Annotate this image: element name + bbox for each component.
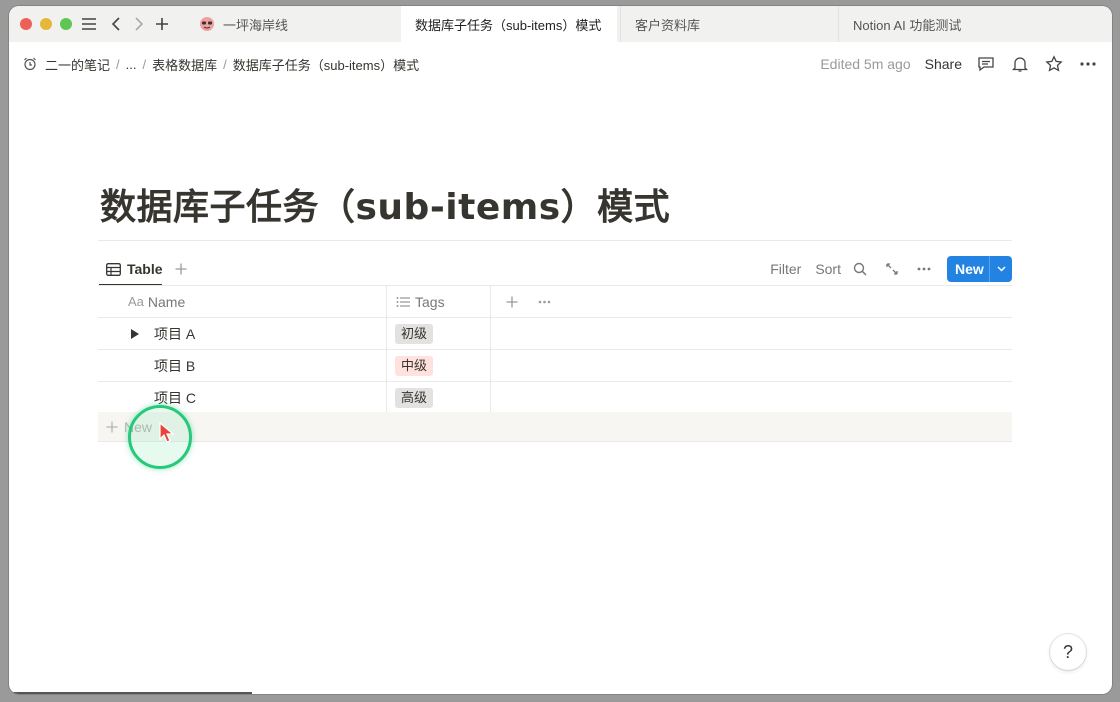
filter-button[interactable]: Filter [770,261,801,277]
tags-cell[interactable]: 初级 [387,318,491,349]
view-tab-label: Table [127,261,163,277]
tab-1[interactable]: 一坪海岸线 [185,6,400,42]
table-header-row: Aa Name Tags [98,286,1012,318]
tab-label: 数据库子任务（sub-items）模式 [415,17,602,33]
view-tab-table[interactable]: Table [101,254,168,284]
view-bar: Table Filter Sort New [98,254,1012,286]
more-options-icon[interactable] [913,258,935,280]
new-button-label: New [955,261,984,277]
breadcrumb-item[interactable]: ... [126,57,137,72]
table-row[interactable]: 项目 A 初级 [98,318,1012,350]
breadcrumb-separator: / [223,56,227,72]
row-name: 项目 B [154,357,196,374]
name-cell[interactable]: 项目 A [98,318,387,349]
toggle-triangle-icon[interactable] [130,327,140,339]
app-window: 一坪海岸线 数据库子任务（sub-items）模式 客户资料库 Notion A… [9,6,1112,694]
sort-button[interactable]: Sort [815,261,841,277]
new-row-button[interactable]: New [98,412,1012,442]
expand-icon[interactable] [881,258,903,280]
tags-cell[interactable]: 中级 [387,350,491,381]
breadcrumb-item[interactable]: 数据库子任务（sub-items）模式 [233,55,419,74]
table-icon [106,262,121,276]
comment-icon[interactable] [976,54,996,74]
tab-2[interactable]: 数据库子任务（sub-items）模式 [401,6,617,42]
table-row[interactable]: 项目 C 高级 [98,382,1012,414]
star-icon[interactable] [1044,54,1064,74]
share-button[interactable]: Share [925,56,962,72]
top-actions: Edited 5m ago Share [820,42,1098,86]
tab-label: Notion AI 功能测试 [853,17,962,33]
top-bar: 二一的笔记 / ... / 表格数据库 / 数据库子任务（sub-items）模… [9,42,1112,86]
title-bar: 一坪海岸线 数据库子任务（sub-items）模式 客户资料库 Notion A… [9,6,1112,42]
search-icon[interactable] [849,258,871,280]
column-header-tags[interactable]: Tags [387,286,491,317]
tag-badge: 中级 [395,355,434,376]
new-tab-icon[interactable] [152,14,172,34]
chevron-down-icon[interactable] [990,266,1012,272]
column-header-label: Name [147,293,186,310]
name-cell[interactable]: 项目 B [98,350,387,381]
progress-bar [9,692,252,694]
text-property-icon: Aa [128,294,144,309]
new-button[interactable]: New [947,256,1012,282]
breadcrumb-separator: / [142,56,147,72]
more-icon[interactable] [1078,54,1098,74]
list-icon [395,294,411,310]
mouse-cursor-icon [159,421,175,444]
sunglasses-emoji-icon [199,16,215,32]
tab-label: 客户资料库 [635,17,701,33]
view-actions: Filter Sort New [770,254,1012,284]
column-header-label: Tags [415,293,445,310]
bell-icon[interactable] [1010,54,1030,74]
edited-status: Edited 5m ago [820,56,911,72]
alarm-clock-icon [23,57,37,71]
forward-icon[interactable] [129,14,149,34]
table-row[interactable]: 项目 B 中级 [98,350,1012,382]
database-table: Aa Name Tags 项目 A 初级 项目 B 中级 项目 C 高级 [98,286,1012,414]
window-controls [20,18,72,30]
tag-badge: 高级 [395,387,434,408]
breadcrumb-item[interactable]: 表格数据库 [152,55,217,74]
breadcrumb-separator: / [116,56,120,72]
breadcrumb-item[interactable]: 二一的笔记 [45,55,110,74]
back-icon[interactable] [106,14,126,34]
add-property-icon[interactable] [502,286,522,317]
close-window-button[interactable] [20,18,32,30]
column-header-name[interactable]: Aa Name [98,286,387,317]
breadcrumb: 二一的笔记 / ... / 表格数据库 / 数据库子任务（sub-items）模… [23,55,419,74]
help-button[interactable]: ? [1050,634,1086,670]
name-cell[interactable]: 项目 C [98,382,387,413]
menu-icon[interactable] [79,14,99,34]
divider [98,240,1012,241]
row-name: 项目 A [154,325,196,342]
tab-label: 一坪海岸线 [223,17,289,33]
tags-cell[interactable]: 高级 [387,382,491,413]
add-view-icon[interactable] [171,259,191,279]
maximize-window-button[interactable] [60,18,72,30]
plus-icon [106,421,118,433]
page-title[interactable]: 数据库子任务（sub-items）模式 [100,178,670,230]
tab-4[interactable]: Notion AI 功能测试 [838,6,1056,42]
tag-badge: 初级 [395,323,434,344]
tab-3[interactable]: 客户资料库 [620,6,838,42]
minimize-window-button[interactable] [40,18,52,30]
column-more-icon[interactable] [534,286,554,317]
